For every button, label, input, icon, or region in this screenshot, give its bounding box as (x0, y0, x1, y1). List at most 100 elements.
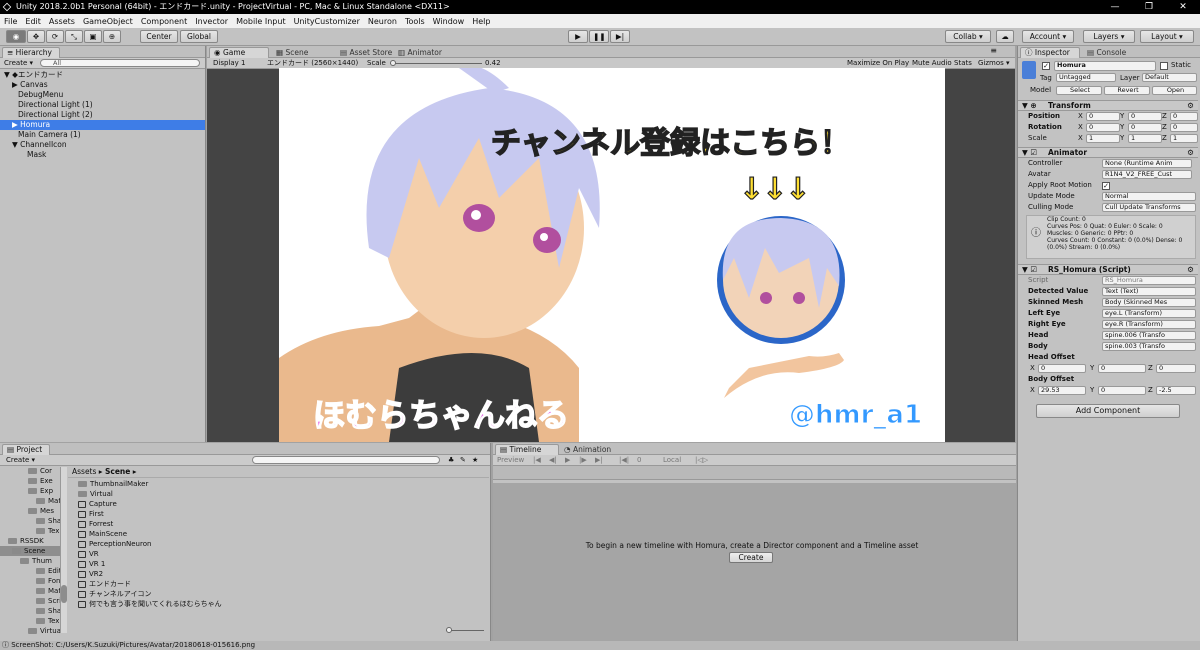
body-field[interactable]: spine.003 (Transfo (1102, 342, 1196, 351)
script-header[interactable]: ▼ ☑ RS_Homura (Script) ⚙ (1018, 264, 1198, 275)
pivot-center-button[interactable]: Center (140, 30, 178, 43)
position-y-field[interactable]: 0 (1128, 112, 1162, 121)
hierarchy-item-mask[interactable]: Mask (0, 150, 205, 160)
display-dropdown[interactable]: Display 1 (213, 58, 245, 69)
gizmos-dropdown[interactable]: Gizmos ▾ (978, 58, 1010, 69)
rotation-y-field[interactable]: 0 (1128, 123, 1162, 132)
stats-toggle[interactable]: Stats (954, 58, 972, 69)
close-button[interactable]: ✕ (1166, 0, 1200, 14)
static-checkbox[interactable] (1160, 62, 1168, 70)
right-eye-field[interactable]: eye.R (Transform) (1102, 320, 1196, 329)
scale-x-field[interactable]: 1 (1086, 134, 1120, 143)
culling-mode-dropdown[interactable]: Cull Update Transforms (1102, 203, 1196, 212)
layers-button[interactable]: Layers ▾ (1083, 30, 1135, 43)
list-item[interactable]: 何でも言う事を聞いてくれるほむらちゃん (78, 599, 478, 609)
rect-tool-button[interactable]: ▣ (84, 30, 102, 43)
tab-inspector[interactable]: ⓘ Inspector (1020, 47, 1080, 58)
update-mode-dropdown[interactable]: Normal (1102, 192, 1196, 201)
head-offset-x-field[interactable]: 0 (1038, 364, 1086, 373)
frame-field[interactable]: 0 (637, 455, 641, 466)
list-item[interactable]: エンドカード (78, 579, 478, 589)
controller-field[interactable]: None (Runtime Anim (1102, 159, 1192, 168)
head-offset-z-field[interactable]: 0 (1156, 364, 1196, 373)
tree-scrollbar[interactable] (60, 467, 67, 633)
play-button[interactable]: ▶ (568, 30, 588, 43)
menu-gameobject[interactable]: GameObject (83, 17, 133, 26)
menu-window[interactable]: Window (433, 17, 465, 26)
layout-button[interactable]: Layout ▾ (1140, 30, 1194, 43)
hierarchy-item-directional-light-1[interactable]: Directional Light (1) (0, 100, 205, 110)
body-offset-y-field[interactable]: 0 (1098, 386, 1146, 395)
project-create-button[interactable]: Create ▾ (6, 455, 35, 466)
hierarchy-item-main-camera[interactable]: Main Camera (1) (0, 130, 205, 140)
folder-tree-item[interactable]: Mat (0, 586, 66, 596)
folder-tree-item[interactable]: Sha (0, 606, 66, 616)
step-button[interactable]: ▶| (610, 30, 630, 43)
tab-game[interactable]: ◉ Game (209, 47, 269, 58)
layer-dropdown[interactable]: Default (1142, 73, 1197, 82)
minimize-button[interactable]: — (1098, 0, 1132, 14)
hierarchy-item-canvas[interactable]: ▶ Canvas (0, 80, 205, 90)
apply-root-motion-checkbox[interactable]: ✓ (1102, 182, 1110, 190)
menu-invector[interactable]: Invector (195, 17, 228, 26)
collab-button[interactable]: Collab ▾ (945, 30, 991, 43)
hierarchy-search-input[interactable]: All (40, 59, 200, 67)
list-item[interactable]: VR2 (78, 569, 478, 579)
hierarchy-item-channelicon[interactable]: ▼ ChannelIcon (0, 140, 205, 150)
favorite-icon[interactable]: ★ (472, 455, 478, 466)
left-eye-field[interactable]: eye.L (Transform) (1102, 309, 1196, 318)
preview-toggle[interactable]: Preview (497, 455, 524, 466)
menu-tools[interactable]: Tools (405, 17, 425, 26)
tab-project[interactable]: ▤ Project (2, 444, 50, 455)
menu-mobile-input[interactable]: Mobile Input (236, 17, 286, 26)
list-item[interactable]: First (78, 509, 478, 519)
scale-z-field[interactable]: 1 (1170, 134, 1198, 143)
position-z-field[interactable]: 0 (1170, 112, 1198, 121)
folder-tree-item[interactable]: Mat (0, 496, 66, 506)
tab-animation[interactable]: ◔ Animation (559, 444, 616, 455)
folder-tree-item[interactable]: Edit (0, 566, 66, 576)
head-field[interactable]: spine.006 (Transfo (1102, 331, 1196, 340)
head-offset-y-field[interactable]: 0 (1098, 364, 1146, 373)
tag-dropdown[interactable]: Untagged (1056, 73, 1116, 82)
folder-tree-item[interactable]: Sha (0, 516, 66, 526)
add-component-button[interactable]: Add Component (1036, 404, 1180, 418)
menu-neuron[interactable]: Neuron (368, 17, 397, 26)
model-revert-button[interactable]: Revert (1104, 86, 1150, 95)
pivot-global-button[interactable]: Global (180, 30, 218, 43)
transform-tool-button[interactable]: ⊕ (103, 30, 121, 43)
list-item[interactable]: VR 1 (78, 559, 478, 569)
timeline-create-button[interactable]: Create (729, 552, 773, 563)
component-settings-icon[interactable]: ⚙ (1187, 148, 1194, 158)
active-checkbox[interactable]: ✓ (1042, 62, 1050, 70)
hand-tool-button[interactable]: ◉ (6, 30, 26, 43)
object-name-field[interactable]: Homura (1054, 61, 1156, 71)
cloud-button[interactable]: ☁ (996, 30, 1014, 43)
tab-timeline[interactable]: ▤ Timeline (495, 444, 559, 455)
scale-slider-thumb[interactable] (390, 60, 396, 66)
tab-hierarchy[interactable]: ≡ Hierarchy (2, 47, 60, 58)
tab-scene[interactable]: ▦ Scene (271, 47, 313, 58)
list-item[interactable]: MainScene (78, 529, 478, 539)
pause-button[interactable]: ❚❚ (589, 30, 609, 43)
animator-header[interactable]: ▼ ☑ Animator ⚙ (1018, 147, 1198, 158)
rotation-z-field[interactable]: 0 (1170, 123, 1198, 132)
maximize-button[interactable]: ❐ (1132, 0, 1166, 14)
menu-file[interactable]: File (4, 17, 17, 26)
previous-frame-icon[interactable]: ◀| (549, 455, 557, 466)
list-item[interactable]: ThumbnailMaker (78, 479, 478, 489)
hierarchy-item-directional-light-2[interactable]: Directional Light (2) (0, 110, 205, 120)
hierarchy-create-button[interactable]: Create ▾ (4, 58, 33, 69)
filter-type-icon[interactable]: ♣ (448, 455, 454, 466)
avatar-field[interactable]: R1N4_V2_FREE_Cust (1102, 170, 1192, 179)
component-settings-icon[interactable]: ⚙ (1187, 265, 1194, 275)
rotate-tool-button[interactable]: ⟳ (46, 30, 64, 43)
game-view[interactable]: チャンネル登録はこちら！ ↓↓↓ ほむらちゃんねる @hmr_a1 (279, 68, 945, 442)
folder-tree-item[interactable]: Exe (0, 476, 66, 486)
move-tool-button[interactable]: ✥ (27, 30, 45, 43)
tab-animator[interactable]: ▥ Animator (393, 47, 447, 58)
scale-tool-button[interactable]: ⤡ (65, 30, 83, 43)
body-offset-x-field[interactable]: 29.53 (1038, 386, 1086, 395)
hierarchy-item-debugmenu[interactable]: DebugMenu (0, 90, 205, 100)
position-x-field[interactable]: 0 (1086, 112, 1120, 121)
